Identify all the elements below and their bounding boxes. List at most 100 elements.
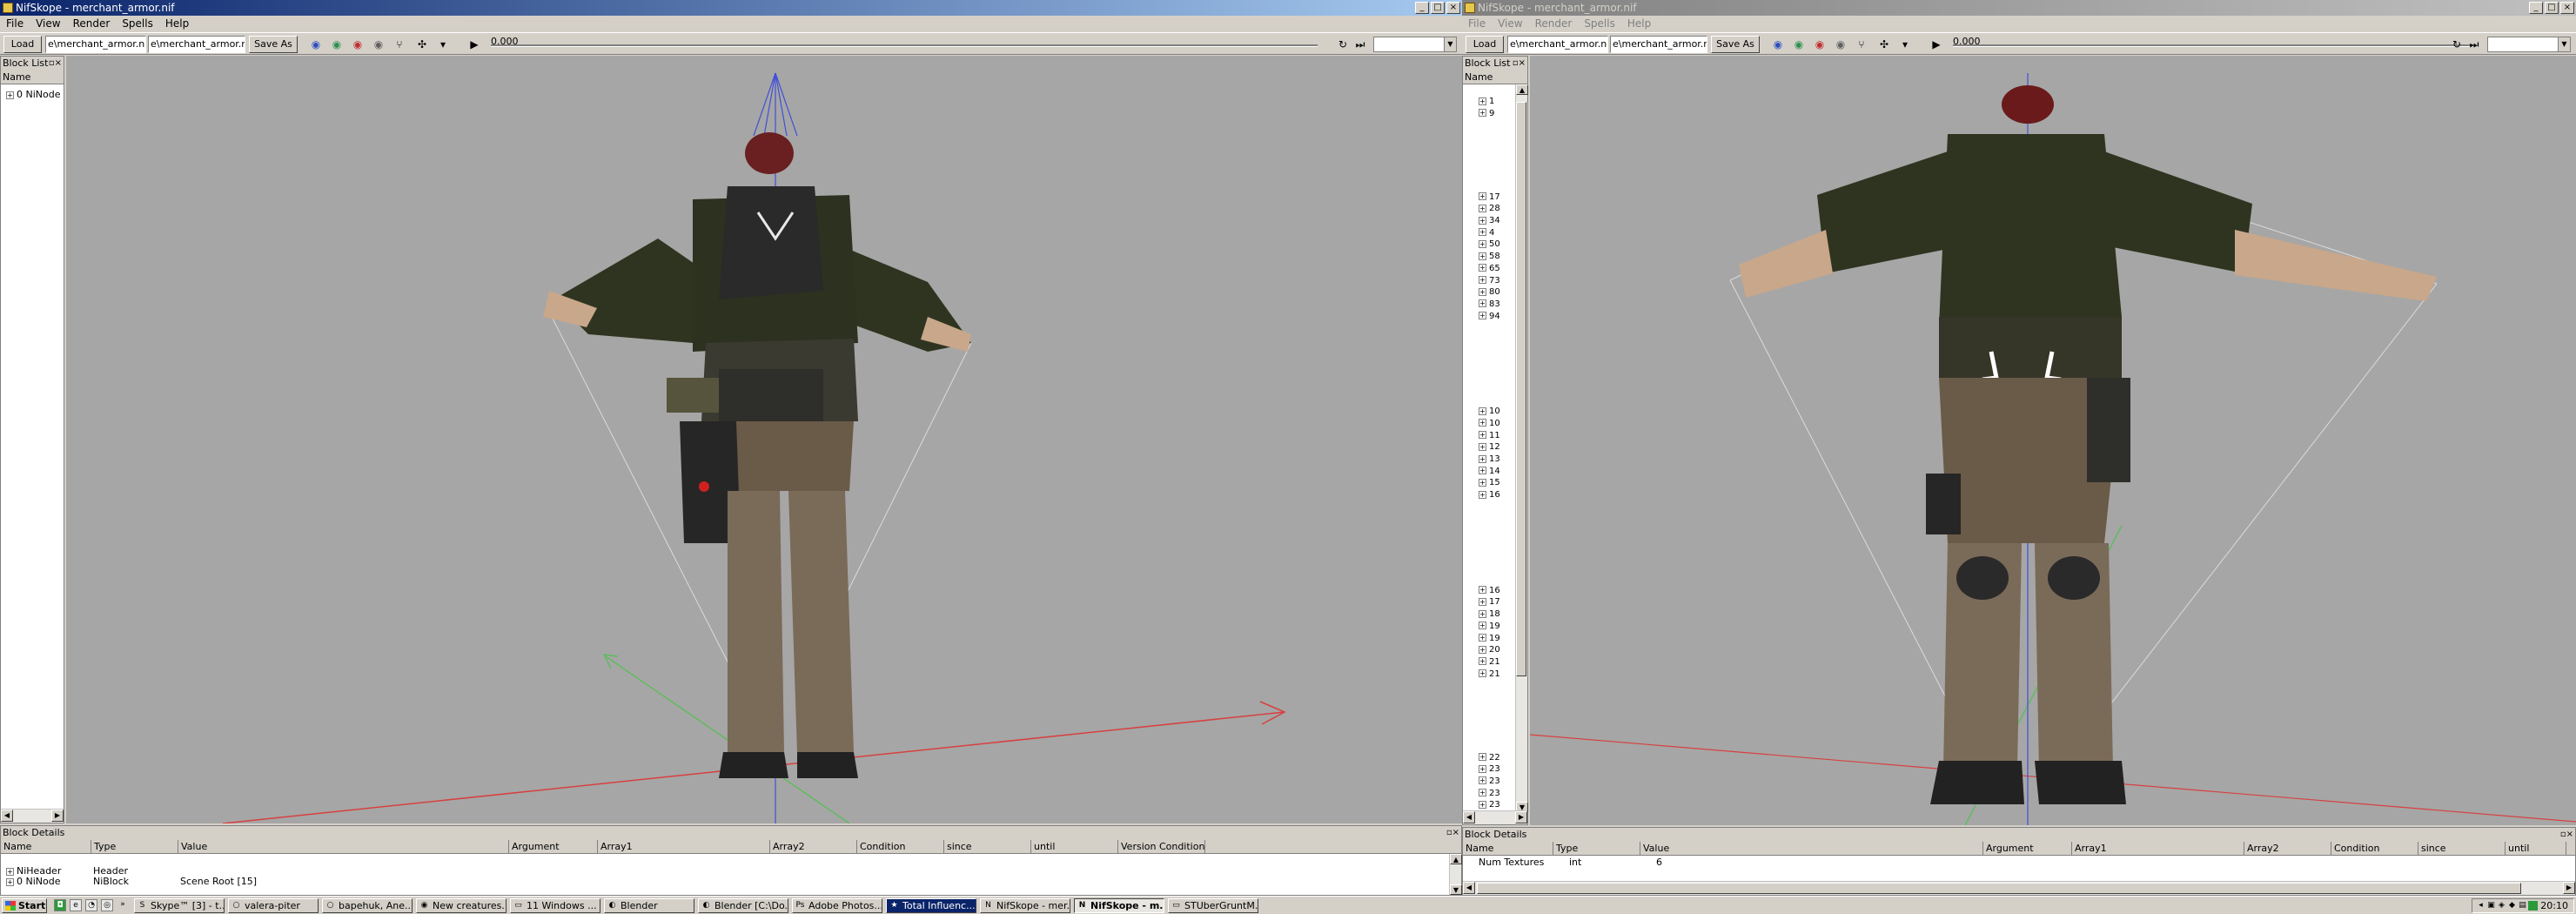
block-details-vscroll[interactable]: ▲ ▼: [1449, 854, 1462, 895]
quicklaunch-icon[interactable]: ◔: [85, 899, 97, 911]
taskbar-item[interactable]: ◐ Blender: [604, 898, 694, 913]
block-list-row[interactable]: +17: [1479, 597, 1500, 608]
col-array1[interactable]: Array1: [2072, 842, 2244, 855]
col-argument[interactable]: Argument: [509, 840, 598, 853]
expand-icon[interactable]: +: [1479, 776, 1486, 785]
block-list-row[interactable]: +14: [1479, 467, 1500, 477]
col-until[interactable]: until: [2506, 842, 2566, 855]
scroll-thumb[interactable]: [1477, 883, 2521, 894]
expand-icon[interactable]: +: [1479, 764, 1486, 773]
block-list-row[interactable]: +16: [1479, 490, 1500, 501]
switch-icon[interactable]: ⏭: [2468, 38, 2480, 50]
block-list-row[interactable]: +34: [1479, 216, 1500, 226]
save-as-button[interactable]: Save As: [249, 36, 298, 53]
animation-time-slider[interactable]: [1953, 44, 2473, 47]
quicklaunch-more-icon[interactable]: »: [117, 899, 129, 911]
expand-icon[interactable]: +: [6, 877, 14, 886]
tray-icon[interactable]: ◆: [2507, 901, 2517, 911]
view-top-icon[interactable]: ◉: [1793, 38, 1805, 50]
expand-icon[interactable]: +: [6, 91, 14, 99]
expand-icon[interactable]: +: [1479, 228, 1486, 237]
switch-icon[interactable]: ⏭: [1354, 38, 1366, 50]
col-name[interactable]: Name: [1463, 842, 1553, 855]
col-array2[interactable]: Array2: [2244, 842, 2331, 855]
animation-select[interactable]: ▼: [2487, 37, 2571, 52]
close-button[interactable]: ×: [1446, 2, 1460, 14]
block-list-row[interactable]: +23: [1479, 764, 1500, 775]
expand-icon[interactable]: +: [1479, 109, 1486, 118]
block-list-row[interactable]: +15: [1479, 478, 1500, 488]
expand-icon[interactable]: +: [1479, 753, 1486, 761]
block-list-row[interactable]: +4: [1479, 228, 1494, 239]
loop-icon[interactable]: ↻: [1337, 38, 1349, 50]
col-name[interactable]: Name: [1, 840, 91, 853]
col-type[interactable]: Type: [1553, 842, 1640, 855]
view-user-icon[interactable]: ⑂: [393, 38, 406, 50]
view-top-icon[interactable]: ◉: [331, 38, 343, 50]
expand-icon[interactable]: +: [1479, 192, 1486, 201]
block-list-row[interactable]: +83: [1479, 299, 1500, 310]
tray-icon[interactable]: ◈: [2497, 901, 2506, 911]
scroll-up-icon[interactable]: ▲: [1516, 84, 1528, 95]
menu-render[interactable]: Render: [67, 16, 117, 31]
col-array2[interactable]: Array2: [770, 840, 857, 853]
animation-time-slider[interactable]: [491, 44, 1318, 47]
scroll-up-icon[interactable]: ▲: [1450, 854, 1462, 864]
expand-icon[interactable]: +: [1479, 669, 1486, 678]
expand-icon[interactable]: +: [1479, 419, 1486, 427]
table-row[interactable]: Num Textures int 6: [1479, 858, 1827, 867]
scroll-left-icon[interactable]: ◀: [1, 810, 13, 822]
nifskope-window-left[interactable]: NifSkope - merchant_armor.nif _ □ × File…: [0, 0, 1462, 896]
col-condition[interactable]: Condition: [857, 840, 944, 853]
view-front-icon[interactable]: ◉: [1814, 38, 1826, 50]
expand-icon[interactable]: +: [1479, 467, 1486, 475]
expand-icon[interactable]: +: [1479, 252, 1486, 260]
quicklaunch-icon[interactable]: e: [70, 899, 82, 911]
block-list-row[interactable]: +73: [1479, 276, 1500, 286]
maximize-button[interactable]: □: [1431, 2, 1445, 14]
block-list-vscroll[interactable]: ▲ ▼: [1515, 84, 1528, 812]
taskbar-item[interactable]: ★ Total Influenc...: [886, 898, 976, 913]
block-list-row[interactable]: +22: [1479, 753, 1500, 763]
block-list-row[interactable]: +23: [1479, 776, 1500, 787]
load-path-field[interactable]: e\merchant_armor.nif: [1507, 36, 1608, 53]
panel-float-close-icon[interactable]: ▫×: [2560, 828, 2573, 842]
col-version-condition[interactable]: Version Condition: [1118, 840, 1205, 853]
view-side-icon[interactable]: ◉: [372, 38, 385, 50]
block-list-row[interactable]: +23: [1479, 789, 1500, 799]
menu-help[interactable]: Help: [1621, 16, 1657, 31]
tray-icon[interactable]: ▣: [2486, 901, 2496, 911]
col-array1[interactable]: Array1: [598, 840, 770, 853]
render-viewport[interactable]: [66, 56, 1462, 823]
block-list-row[interactable]: +11: [1479, 431, 1500, 441]
loop-icon[interactable]: ↻: [2451, 38, 2463, 50]
col-type[interactable]: Type: [91, 840, 178, 853]
block-list-hscroll[interactable]: ◀ ▶: [1463, 810, 1527, 824]
col-argument[interactable]: Argument: [1983, 842, 2072, 855]
view-dropdown-icon[interactable]: ▾: [437, 38, 449, 50]
scroll-right-icon[interactable]: ▶: [51, 810, 64, 822]
expand-icon[interactable]: +: [1479, 204, 1486, 212]
expand-icon[interactable]: +: [1479, 622, 1486, 630]
tray-icon[interactable]: ◂: [2476, 901, 2485, 911]
taskbar-item[interactable]: ◐ Blender [C:\Do...: [698, 898, 788, 913]
expand-icon[interactable]: +: [1479, 800, 1486, 809]
expand-icon[interactable]: +: [1479, 657, 1486, 666]
axes-icon[interactable]: ✣: [416, 38, 428, 50]
expand-icon[interactable]: +: [1479, 407, 1486, 415]
block-list-row[interactable]: +17: [1479, 192, 1500, 203]
block-list-row[interactable]: +80: [1479, 287, 1500, 298]
menu-view[interactable]: View: [30, 16, 66, 31]
scroll-right-icon[interactable]: ▶: [1515, 811, 1527, 823]
save-as-button[interactable]: Save As: [1711, 36, 1760, 53]
col-until[interactable]: until: [1031, 840, 1118, 853]
scroll-left-icon[interactable]: ◀: [1463, 811, 1475, 823]
close-button[interactable]: ×: [2560, 2, 2574, 14]
nifskope-window-right[interactable]: NifSkope - merchant_armor.nif _ □ × File…: [1462, 0, 2576, 896]
expand-icon[interactable]: +: [1479, 299, 1486, 308]
quicklaunch-icon[interactable]: ◘: [54, 899, 66, 911]
minimize-button[interactable]: _: [2529, 2, 2543, 14]
block-list-row[interactable]: +9: [1479, 109, 1494, 119]
expand-icon[interactable]: +: [1479, 442, 1486, 451]
title-bar[interactable]: NifSkope - merchant_armor.nif _ □ ×: [0, 0, 1462, 16]
